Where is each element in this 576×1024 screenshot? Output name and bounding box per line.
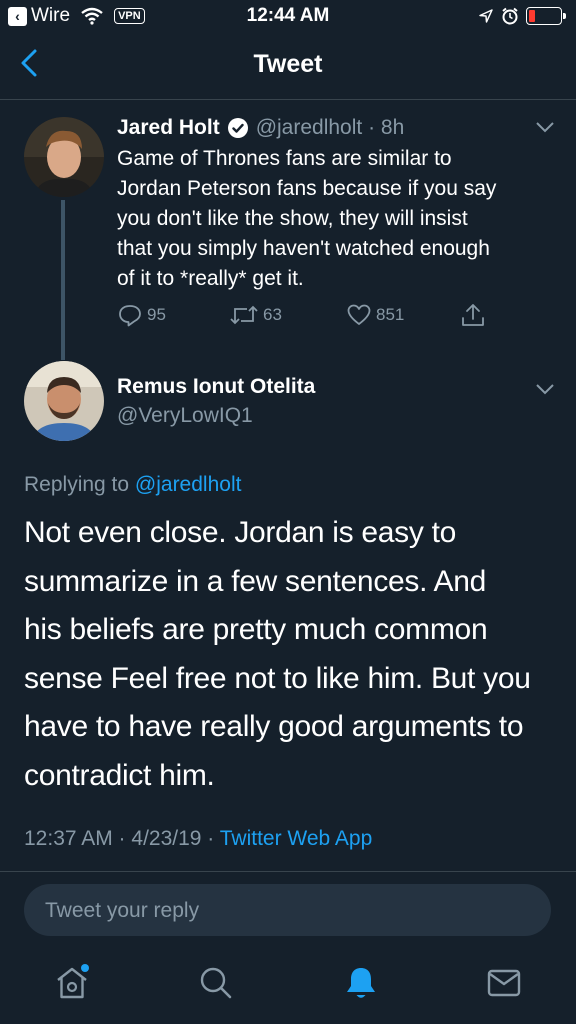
- tweet-line: that you simply haven't watched enough: [117, 237, 490, 260]
- share-icon[interactable]: [460, 302, 486, 328]
- replying-prefix: Replying to: [24, 473, 130, 496]
- retweet-icon: [230, 305, 258, 325]
- source-link[interactable]: Twitter Web App: [220, 827, 373, 850]
- reply-placeholder: Tweet your reply: [45, 899, 200, 922]
- replying-handle-link[interactable]: @jaredlholt: [135, 473, 242, 496]
- tweet-line: have to have really good arguments to: [24, 710, 524, 744]
- avatar-remus-image: [24, 361, 104, 441]
- main-tweet-body: Not even close. Jordan is easy to summar…: [24, 509, 554, 801]
- messages-icon: [487, 969, 521, 997]
- tab-home[interactable]: [52, 962, 92, 1007]
- avatar[interactable]: [24, 361, 104, 441]
- tweet-line: summarize in a few sentences. And: [24, 564, 486, 598]
- tweet-line: of it to *really* get it.: [117, 267, 304, 290]
- battery-icon: [526, 7, 566, 25]
- tweet-line: sense Feel free not to like him. But you: [24, 661, 531, 695]
- like-button[interactable]: 851: [346, 303, 404, 327]
- tab-messages[interactable]: [485, 965, 523, 1006]
- tweet-line: his beliefs are pretty much common: [24, 613, 488, 647]
- tweet-line: you don't like the show, they will insis…: [117, 207, 468, 230]
- author-name[interactable]: Remus Ionut Otelita: [117, 375, 315, 399]
- reply-count: 95: [147, 305, 166, 324]
- heart-icon: [347, 304, 371, 325]
- search-icon: [200, 967, 232, 999]
- like-count: 851: [376, 305, 405, 324]
- reply-divider: [0, 871, 576, 872]
- tweet-timestamp: 12:37 AM · 4/23/19 · Twitter Web App: [24, 827, 372, 851]
- author-meta: @jaredlholt · 8h: [255, 116, 405, 139]
- tweet-author[interactable]: Jared Holt @jaredlholt · 8h: [117, 116, 404, 140]
- reply-button[interactable]: 95: [117, 303, 166, 327]
- location-icon: [479, 9, 493, 23]
- home-icon: [57, 964, 89, 999]
- retweet-count: 63: [263, 305, 282, 324]
- tab-search[interactable]: [197, 964, 235, 1007]
- alarm-icon: [502, 7, 518, 25]
- tweet-line: contradict him.: [24, 758, 215, 792]
- thread-line: [61, 200, 65, 360]
- avatar-jared-image: [24, 117, 104, 197]
- reply-icon: [119, 305, 141, 327]
- author-handle[interactable]: @VeryLowIQ1: [117, 404, 253, 428]
- author-name: Jared Holt: [117, 116, 220, 139]
- tab-notifications[interactable]: [342, 964, 380, 1007]
- verified-badge-icon: [227, 118, 248, 138]
- avatar[interactable]: [24, 117, 104, 197]
- chevron-down-icon[interactable]: [534, 120, 556, 134]
- page-title: Tweet: [253, 50, 323, 78]
- retweet-button[interactable]: 63: [229, 303, 282, 327]
- tweet-line: Game of Thrones fans are similar to: [117, 147, 452, 170]
- tweet-body: Game of Thrones fans are similar to Jord…: [117, 144, 557, 294]
- tweet-line: Jordan Peterson fans because if you say: [117, 177, 497, 200]
- tweet-line: Not even close. Jordan is easy to: [24, 516, 456, 549]
- status-bar: ‹ Wire VPN 12:44 AM: [0, 0, 576, 34]
- chevron-down-icon[interactable]: [534, 382, 556, 396]
- replying-to: Replying to @jaredlholt: [24, 473, 241, 497]
- header-divider: [0, 99, 576, 100]
- timestamp-text: 12:37 AM · 4/23/19 ·: [24, 827, 220, 850]
- notifications-icon: [347, 968, 375, 998]
